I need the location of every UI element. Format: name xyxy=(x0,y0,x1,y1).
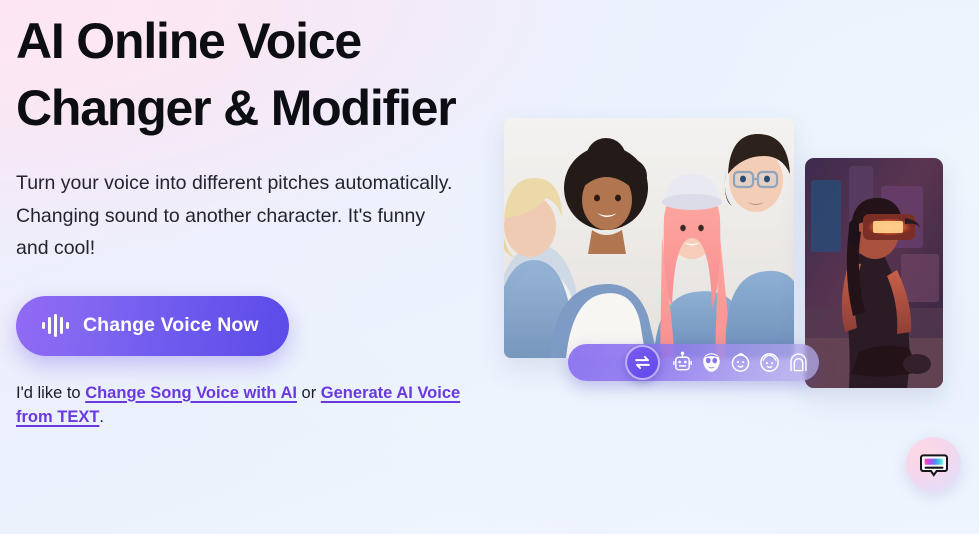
vr-gamer-photo xyxy=(805,158,943,388)
swap-arrows-icon[interactable] xyxy=(625,345,660,380)
female-voice-icon[interactable] xyxy=(786,350,811,375)
baby-voice-icon[interactable] xyxy=(728,350,753,375)
monster-voice-icon[interactable] xyxy=(699,350,724,375)
male-voice-icon[interactable] xyxy=(757,350,782,375)
hero-image-collage xyxy=(0,0,979,534)
voice-preset-strip xyxy=(670,350,811,375)
chat-widget-button[interactable] xyxy=(906,437,961,492)
group-photo xyxy=(504,118,794,358)
robot-voice-icon[interactable] xyxy=(670,350,695,375)
voice-control-bar[interactable] xyxy=(568,344,819,381)
audio-waveform-icon xyxy=(578,351,618,375)
hero-section: AI Online Voice Changer & Modifier Turn … xyxy=(0,0,979,534)
